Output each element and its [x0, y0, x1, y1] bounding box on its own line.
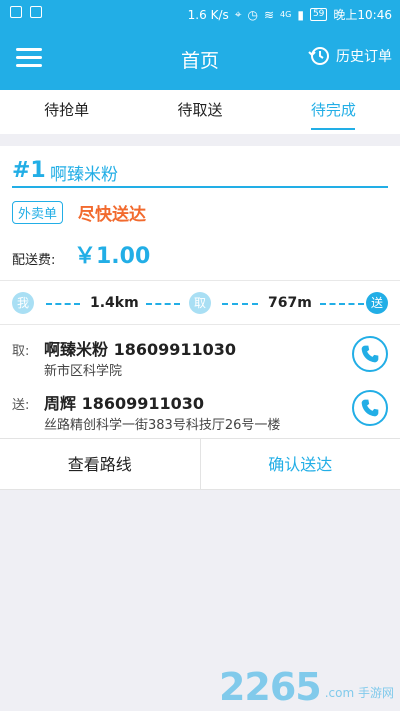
route-node-deliver: 送: [366, 292, 388, 314]
signal-icon: ▮: [297, 7, 304, 22]
history-clock-icon: [308, 47, 329, 65]
history-orders-button[interactable]: 历史订单: [307, 44, 392, 68]
location-icon: ⌖: [234, 7, 242, 21]
order-card: #1 啊臻米粉 外卖单 尽快送达 配送费: ￥1.00 我 1.4km 取 76…: [0, 146, 400, 490]
route-node-pickup: 取: [189, 292, 211, 314]
network-type: 4G: [280, 10, 292, 19]
battery-icon: 59: [309, 8, 328, 21]
route-dash: [222, 303, 258, 305]
order-number: #1: [12, 158, 46, 183]
watermark-number: 2265: [218, 665, 322, 709]
status-icons-right: 1.6 K/s ⌖ ◷ ≋ 4G ▮ 59 晚上10:46: [188, 6, 392, 23]
divider: [0, 280, 400, 281]
watermark-text: .com 手游网: [324, 686, 394, 700]
view-route-button[interactable]: 查看路线: [0, 439, 200, 489]
clock-time: 晚上10:46: [333, 8, 392, 22]
order-header: #1 啊臻米粉: [12, 154, 388, 188]
delivery-label: 送:: [12, 398, 30, 413]
history-orders-label: 历史订单: [336, 49, 392, 65]
distance-to-delivery: 767m: [268, 295, 312, 311]
urgency-label: 尽快送达: [78, 205, 146, 225]
order-actions: 查看路线 确认送达: [0, 438, 400, 490]
route-dash: [46, 303, 80, 305]
delivery-address: 丝路精创科学一街383号科技厅26号一楼: [44, 418, 281, 433]
delivery-fee-label: 配送费:: [12, 253, 56, 268]
divider: [0, 324, 400, 325]
network-speed: 1.6 K/s: [187, 7, 229, 22]
route-dash: [146, 303, 180, 305]
pickup-name-phone: 啊臻米粉 18609911030: [44, 340, 237, 359]
confirm-delivery-button[interactable]: 确认送达: [199, 439, 400, 489]
call-delivery-button[interactable]: [352, 390, 388, 426]
tab-pending-grab[interactable]: 待抢单: [0, 90, 133, 134]
site-watermark: 2265 .com 手游网: [219, 667, 394, 707]
route-node-me: 我: [12, 292, 34, 314]
alarm-icon: ◷: [247, 7, 258, 22]
status-icons-left: [10, 6, 42, 18]
image-notification-icon: [30, 6, 42, 18]
order-shop-name: 啊臻米粉: [50, 165, 118, 185]
pickup-info: 取: 啊臻米粉 18609911030 新市区科学院: [0, 336, 400, 388]
distance-to-pickup: 1.4km: [90, 295, 139, 311]
tab-pending-complete[interactable]: 待完成: [267, 90, 400, 134]
delivery-name-phone: 周辉 18609911030: [44, 394, 205, 413]
order-type-badge: 外卖单: [12, 201, 64, 224]
upload-icon: [10, 6, 22, 18]
status-bar: 1.6 K/s ⌖ ◷ ≋ 4G ▮ 59 晚上10:46: [0, 0, 400, 28]
call-pickup-button[interactable]: [352, 336, 388, 372]
delivery-info: 送: 周辉 18609911030 丝路精创科学一街383号科技厅26号一楼: [0, 390, 400, 442]
pickup-address: 新市区科学院: [44, 364, 123, 379]
phone-icon: [361, 345, 379, 363]
delivery-fee-value: ￥1.00: [74, 244, 151, 269]
route-dash: [320, 303, 364, 305]
wifi-icon: ≋: [263, 7, 275, 22]
order-status-tabs: 待抢单 待取送 待完成: [0, 90, 400, 134]
pickup-label: 取:: [12, 344, 30, 359]
tab-pending-pickup[interactable]: 待取送: [133, 90, 266, 134]
phone-icon: [361, 399, 379, 417]
route-progress: 我 1.4km 取 767m 送: [0, 288, 400, 320]
app-header: 首页 历史订单: [0, 28, 400, 90]
